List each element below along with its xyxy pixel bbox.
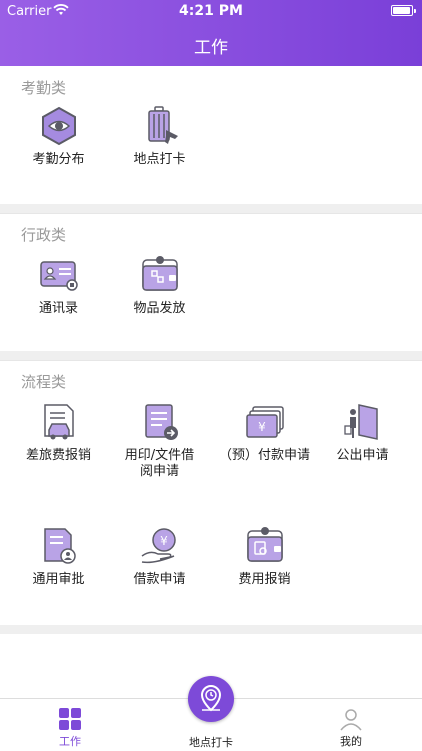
location-clock-icon [200, 684, 222, 712]
app-header: Carrier 4:21 PM 工作 [0, 0, 422, 66]
advance-payment-button[interactable]: ¥ （预）付款申请 [212, 402, 317, 464]
tab-label: 我的 [340, 735, 362, 748]
expense-wallet-icon [246, 527, 283, 562]
eye-hexagon-icon [41, 106, 76, 146]
section-gap [0, 625, 422, 634]
general-approval-button[interactable]: 通用审批 [6, 526, 111, 588]
section-workflow: 流程类 差旅费报销 用印/文件借 阅申请 ¥ （预）付款申请 公出申请 通用审批… [0, 360, 422, 625]
svg-text:¥: ¥ [258, 420, 266, 434]
item-label: 公出申请 [336, 448, 389, 463]
item-label: 差旅费报销 [25, 448, 91, 463]
travel-reimbursement-button[interactable]: 差旅费报销 [6, 402, 111, 464]
section-attendance: 考勤类 考勤分布 地点打卡 [0, 66, 422, 204]
section-gap [0, 204, 422, 213]
item-distribution-button[interactable]: 物品发放 [107, 255, 212, 317]
expense-reimbursement-button[interactable]: 费用报销 [212, 526, 317, 588]
loan-request-button[interactable]: ¥ 借款申请 [107, 526, 212, 588]
luggage-plane-icon [147, 106, 178, 144]
section-title: 流程类 [21, 373, 67, 391]
item-label: 考勤分布 [32, 152, 85, 167]
section-title: 行政类 [21, 226, 67, 244]
item-label: 费用报销 [238, 572, 291, 587]
item-label: 物品发放 [133, 301, 186, 316]
item-label: 借款申请 [133, 572, 186, 587]
tab-location-checkin-button[interactable] [188, 676, 234, 722]
document-arrow-icon [144, 404, 178, 440]
section-divider [0, 213, 422, 214]
contact-card-icon [39, 261, 78, 291]
status-bar: Carrier 4:21 PM [0, 0, 422, 22]
attendance-distribution-button[interactable]: 考勤分布 [6, 106, 111, 168]
section-title: 考勤类 [21, 79, 67, 97]
business-trip-button[interactable]: 公出申请 [310, 402, 415, 464]
status-time: 4:21 PM [179, 3, 243, 19]
svg-text:¥: ¥ [160, 534, 168, 548]
battery-icon [391, 5, 416, 16]
tab-work[interactable]: 工作 [30, 699, 110, 751]
section-divider [0, 360, 422, 361]
page-title: 工作 [194, 38, 228, 58]
item-label: 通讯录 [38, 301, 78, 316]
person-icon [340, 709, 362, 731]
tab-me[interactable]: 我的 [311, 699, 391, 751]
grid-icon [59, 708, 81, 730]
contacts-button[interactable]: 通讯录 [6, 255, 111, 317]
yen-cash-stack-icon: ¥ [245, 406, 284, 438]
item-wallet-icon [141, 256, 178, 291]
item-label: 通用审批 [32, 572, 85, 587]
travel-car-document-icon [43, 404, 74, 440]
section-gap [0, 351, 422, 360]
tab-label: 工作 [59, 735, 81, 748]
door-person-icon [343, 404, 378, 440]
item-label: 用印/文件借 阅申请 [124, 448, 195, 479]
section-admin: 行政类 通讯录 物品发放 [0, 213, 422, 351]
location-checkin-button[interactable]: 地点打卡 [107, 106, 212, 168]
item-label: （预）付款申请 [218, 448, 310, 463]
approval-document-person-icon [43, 528, 76, 564]
seal-document-borrow-button[interactable]: 用印/文件借 阅申请 [107, 402, 212, 480]
item-label: 地点打卡 [133, 152, 186, 167]
tab-label: 地点打卡 [189, 736, 233, 749]
yen-hand-icon: ¥ [141, 528, 176, 564]
